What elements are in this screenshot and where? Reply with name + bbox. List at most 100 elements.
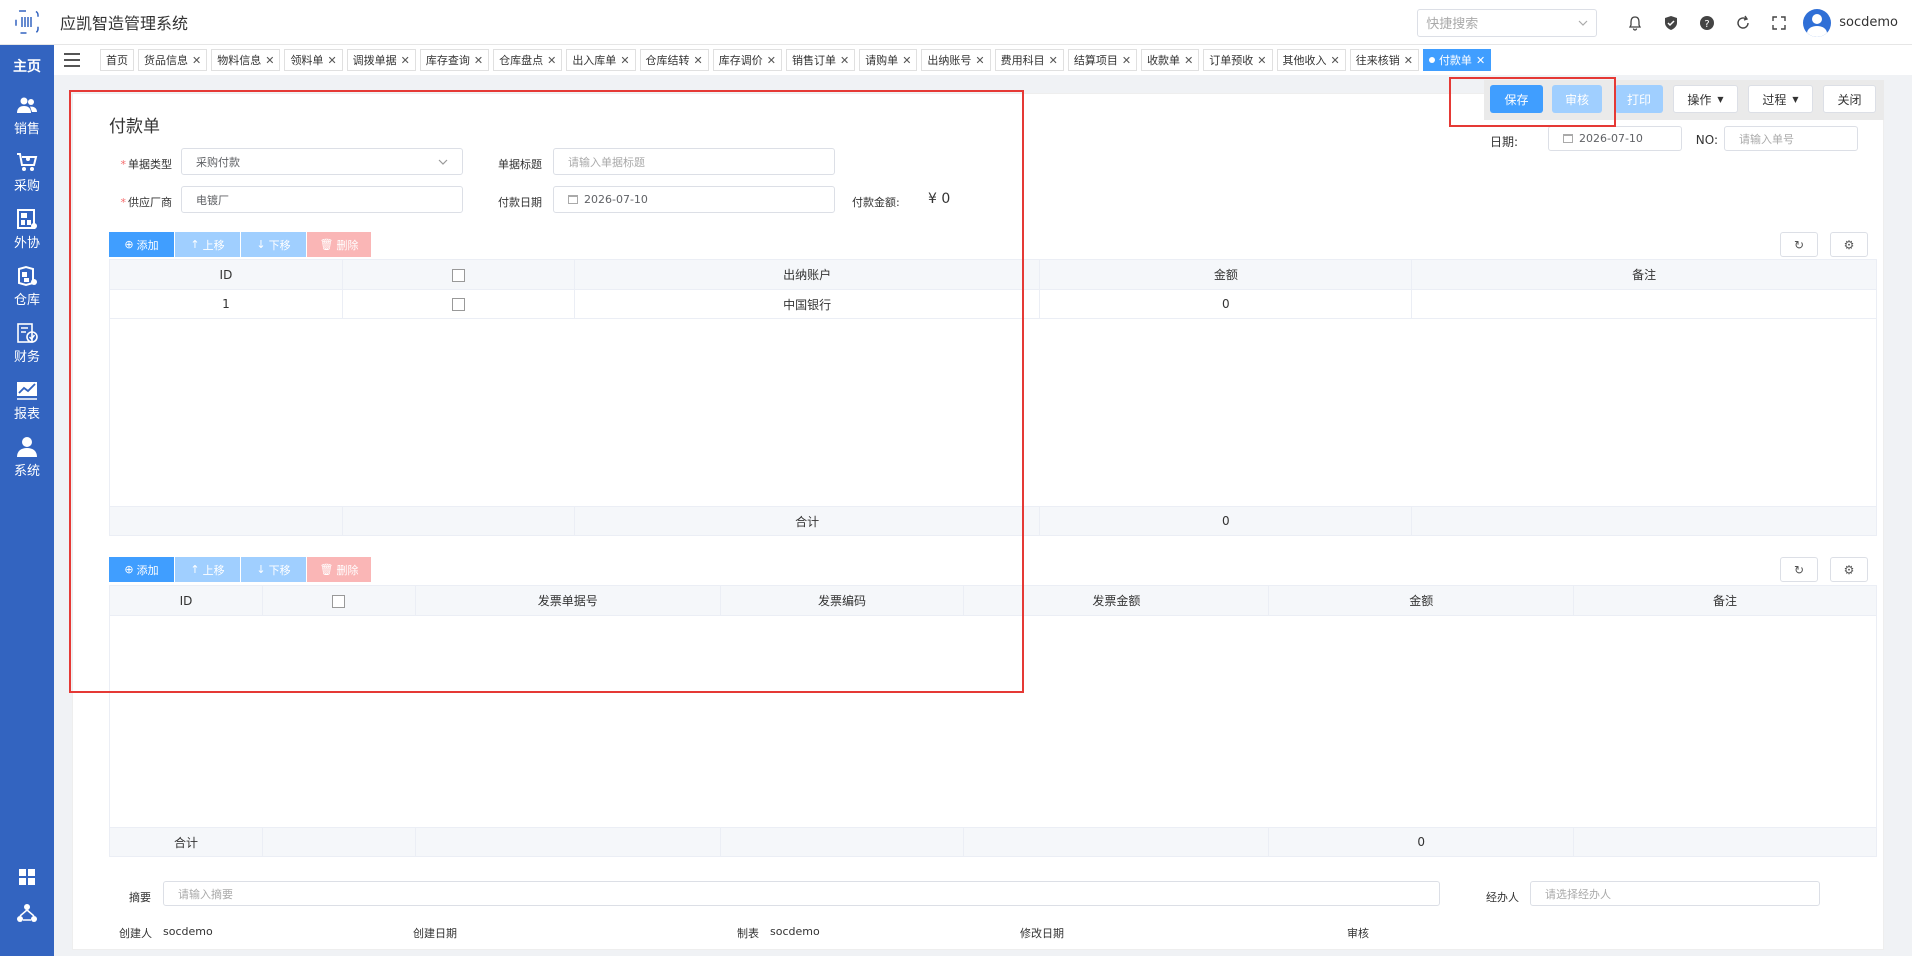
save-button[interactable]: 保存	[1490, 85, 1543, 113]
table-header-row: ID 发票单据号 发票编码 发票金额 金额 备注	[109, 585, 1877, 616]
username[interactable]: socdemo	[1839, 15, 1898, 30]
close-icon[interactable]: ✕	[975, 54, 984, 67]
sidebar-item-system[interactable]: 系统	[0, 429, 54, 486]
tab-item[interactable]: 首页	[100, 49, 134, 71]
close-icon[interactable]: ✕	[1331, 54, 1340, 67]
close-icon[interactable]: ✕	[1122, 54, 1131, 67]
grid2-down-button[interactable]: ↓ 下移	[241, 557, 306, 582]
apps-grid-button[interactable]	[0, 867, 54, 887]
cell-amount[interactable]: 0	[1039, 289, 1413, 319]
tab-item[interactable]: 仓库盘点 ✕	[493, 49, 563, 71]
audit-button[interactable]: 审核	[1552, 85, 1602, 113]
close-icon[interactable]: ✕	[547, 54, 556, 67]
close-icon[interactable]: ✕	[1404, 54, 1413, 67]
close-icon[interactable]: ✕	[694, 54, 703, 67]
tab-item[interactable]: 费用科目 ✕	[994, 49, 1064, 71]
close-button[interactable]: 关闭	[1823, 85, 1876, 113]
close-icon[interactable]: ✕	[192, 54, 201, 67]
col-header-account: 出纳账户	[573, 259, 1041, 290]
sidebar-item-warehouse[interactable]: 仓库	[0, 258, 54, 315]
tab-item[interactable]: 出纳账号 ✕	[921, 49, 991, 71]
close-icon[interactable]: ✕	[902, 54, 911, 67]
sidebar-item-sales[interactable]: 销售	[0, 87, 54, 144]
tab-label: 调拨单据	[352, 54, 397, 67]
tab-item[interactable]: 库存调价 ✕	[712, 49, 782, 71]
row-checkbox[interactable]	[451, 298, 465, 311]
tab-item[interactable]: 物料信息 ✕	[211, 49, 281, 71]
handler-select[interactable]: 请选择经办人	[1530, 881, 1820, 906]
close-icon[interactable]: ✕	[1257, 54, 1266, 67]
sidebar-item-home[interactable]: 主页	[0, 45, 54, 87]
help-icon[interactable]: ?	[1697, 13, 1717, 33]
print-button[interactable]: 打印	[1615, 85, 1663, 113]
close-icon[interactable]: ✕	[1476, 54, 1485, 67]
shield-icon[interactable]	[1661, 13, 1681, 33]
close-icon[interactable]: ✕	[1049, 54, 1058, 67]
refresh-icon[interactable]	[1733, 13, 1753, 33]
tab-item[interactable]: 库存查询 ✕	[419, 49, 490, 71]
tab-item[interactable]: 仓库结转 ✕	[639, 49, 709, 71]
share-network-button[interactable]	[0, 902, 54, 924]
tab-item[interactable]: 货品信息 ✕	[138, 49, 208, 71]
doc-date-field[interactable]: 2026-07-10	[1548, 126, 1682, 151]
grid2-settings-button[interactable]: ⚙	[1830, 557, 1868, 582]
tab-item[interactable]: 往来核销 ✕	[1349, 49, 1419, 71]
grid1-refresh-button[interactable]: ↻	[1780, 232, 1818, 257]
summary-input[interactable]: 请输入摘要	[163, 881, 1440, 906]
close-icon[interactable]: ✕	[401, 54, 410, 67]
tab-item[interactable]: 其他收入 ✕	[1276, 49, 1346, 71]
close-icon[interactable]: ✕	[767, 54, 776, 67]
quick-search-select[interactable]: 快捷搜索	[1417, 8, 1598, 37]
supplier-input[interactable]: 电镀厂	[181, 186, 463, 213]
fullscreen-icon[interactable]	[1769, 13, 1789, 33]
tab-item[interactable]: 收款单 ✕	[1141, 49, 1200, 71]
tab-item[interactable]: 请购单 ✕	[859, 49, 918, 71]
cell-account[interactable]: 中国银行	[573, 289, 1041, 319]
doc-no-field[interactable]: 请输入单号	[1724, 126, 1858, 151]
select-all-checkbox[interactable]	[332, 594, 346, 608]
close-icon[interactable]: ✕	[1184, 54, 1193, 67]
grid1-add-button[interactable]: ⊕ 添加	[109, 232, 174, 257]
cell-remark[interactable]	[1411, 289, 1877, 319]
table-row[interactable]: 1 中国银行 0	[109, 289, 1877, 319]
close-icon[interactable]: ✕	[474, 54, 483, 67]
operate-dropdown[interactable]: 操作 ▼	[1673, 85, 1738, 113]
close-icon[interactable]: ✕	[265, 54, 274, 67]
grid2-add-button[interactable]: ⊕ 添加	[109, 557, 174, 582]
grid2-delete-button[interactable]: 🗑 删除	[307, 557, 371, 582]
tab-item[interactable]: 调拨单据 ✕	[346, 49, 416, 71]
type-select[interactable]: 采购付款	[181, 148, 463, 175]
close-icon[interactable]: ✕	[327, 54, 336, 67]
grid2-refresh-button[interactable]: ↻	[1780, 557, 1818, 582]
grid1-settings-button[interactable]: ⚙	[1830, 232, 1868, 257]
avatar[interactable]	[1803, 8, 1832, 37]
close-icon[interactable]: ✕	[840, 54, 849, 67]
tab-item[interactable]: 付款单 ✕	[1422, 49, 1492, 71]
bell-icon[interactable]	[1625, 13, 1645, 33]
process-dropdown[interactable]: 过程 ▼	[1748, 85, 1813, 113]
sidebar-item-report[interactable]: 报表	[0, 372, 54, 429]
tab-item[interactable]: 领料单 ✕	[284, 49, 343, 71]
col-header-amount: 金额	[1039, 259, 1413, 290]
table-total-row: 合计 0	[109, 827, 1877, 857]
grid2-up-button[interactable]: ↑ 上移	[175, 557, 240, 582]
menu-toggle-icon[interactable]	[64, 53, 80, 67]
tab-item[interactable]: 结算项目 ✕	[1067, 49, 1138, 71]
tab-item[interactable]: 订单预收 ✕	[1203, 49, 1273, 71]
grid1-up-button[interactable]: ↑ 上移	[175, 232, 240, 257]
close-icon[interactable]: ✕	[620, 54, 629, 67]
pay-date-field[interactable]: 2026-07-10	[553, 186, 835, 213]
grid1-delete-button[interactable]: 🗑 删除	[307, 232, 371, 257]
tab-item[interactable]: 出入库单 ✕	[566, 49, 636, 71]
tab-item[interactable]: 销售订单 ✕	[785, 49, 856, 71]
cell-select	[341, 289, 575, 319]
title-input[interactable]: 请输入单据标题	[553, 148, 835, 175]
grid1-add-label: 添加	[136, 238, 159, 252]
tabs-bar: 首页 货品信息 ✕ 物料信息 ✕ 领料单 ✕ 调拨单据 ✕ 库存查询 ✕ 仓库盘点 ✕ 出入库单 ✕ 仓库结转…	[54, 45, 1912, 75]
select-all-checkbox[interactable]	[451, 268, 465, 282]
logo	[0, 0, 54, 45]
grid1-down-button[interactable]: ↓ 下移	[241, 232, 306, 257]
sidebar-item-purchase[interactable]: 采购	[0, 144, 54, 201]
sidebar-item-outsource[interactable]: 外协	[0, 201, 54, 258]
sidebar-item-finance[interactable]: 财务	[0, 315, 54, 372]
